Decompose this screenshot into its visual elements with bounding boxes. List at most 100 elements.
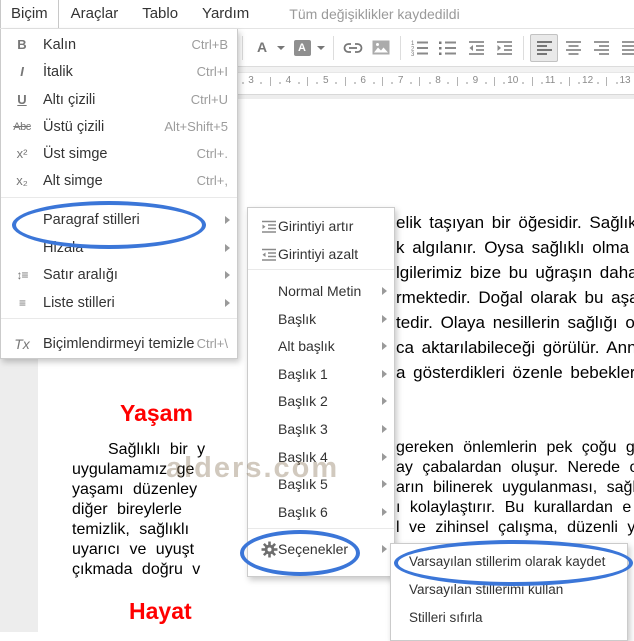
menu-item-alt-baslik[interactable]: Alt başlık [248,333,394,359]
submenu-arrow-icon [382,508,387,516]
menubar: Biçim Araçlar Tablo Yardım Tüm değişikli… [0,0,634,29]
menu-item-bicimlendirmeyi-temizle[interactable]: Tx Biçimlendirmeyi temizle Ctrl+\ [1,331,237,357]
menu-item-liste-stilleri[interactable]: ≡ Liste stilleri [1,290,237,316]
align-center-icon [565,40,582,56]
submenu-arrow-icon [382,425,387,433]
submenu-arrow-icon [382,315,387,323]
doc-text-line: a gösterdikleri özenle bebeklerine s [396,363,634,383]
submenu-arrow-icon [382,342,387,350]
doc-text-line: temizlik, sağlıklı [72,521,189,539]
menu-item-satir-araligi[interactable]: ↕≡ Satır aralığı [1,262,237,288]
indent-increase-button[interactable] [491,35,517,61]
doc-text-line: diğer bireylerle [72,501,182,519]
image-icon [372,40,390,55]
menu-item-girintiyi-artir[interactable]: Girintiyi artır [248,213,394,239]
highlight-color-button[interactable]: A [289,35,315,61]
submenu-arrow-icon [382,370,387,378]
toolbar-divider [242,36,243,60]
text-color-button[interactable]: A [249,35,275,61]
indent-increase-icon [496,40,513,56]
submenu-arrow-icon [225,299,230,307]
svg-text:3: 3 [411,52,415,56]
list-styles-icon: ≡ [9,290,35,316]
doc-heading-yasam: Yaşam [120,400,193,427]
superscript-icon: x² [9,141,35,167]
doc-text-line: elik taşıyan bir öğesidir. Sağlık gene [396,213,634,233]
text-color-caret-icon[interactable] [277,46,285,50]
line-spacing-icon: ↕≡ [9,262,35,288]
toolbar-divider [523,36,524,60]
doc-text-line: gereken önlemlerin pek çoğu gün [396,439,634,457]
align-right-button[interactable] [588,35,614,61]
menu-item-stilleri-sifirla[interactable]: Stilleri sıfırla [391,604,627,632]
doc-text-line: arın bilinerek uygulanması, sağlığı [396,479,634,497]
menu-item-alt-simge[interactable]: x₂ Alt simge Ctrl+, [1,168,237,194]
align-center-button[interactable] [560,35,586,61]
menubar-item-yardim[interactable]: Yardım [190,0,261,28]
menu-separator [1,318,237,319]
align-justify-button[interactable] [616,35,634,61]
strikethrough-icon: Abc [9,114,35,140]
menu-item-baslik-2[interactable]: Başlık 2 [248,388,394,414]
submenu-arrow-icon [382,453,387,461]
submenu-arrow-icon [382,545,387,553]
doc-text-line: l ve zihinsel çalışma, düzenli yaşa [396,519,634,537]
menu-separator [1,197,237,198]
menu-item-kalin[interactable]: B Kalın Ctrl+B [1,32,237,58]
menubar-item-tablo[interactable]: Tablo [130,0,190,28]
align-right-icon [593,40,610,56]
italic-icon: I [9,59,35,85]
underline-icon: U [9,87,35,113]
menu-item-normal-metin[interactable]: Normal Metin [248,278,394,304]
numbered-list-button[interactable]: 123 [407,35,433,61]
paragraph-styles-submenu: Girintiyi artır Girintiyi azalt Normal M… [247,207,395,577]
toolbar-divider [333,36,334,60]
menu-item-baslik-3[interactable]: Başlık 3 [248,416,394,442]
indent-decrease-icon [468,40,485,56]
clear-formatting-icon: Tx [9,331,35,357]
align-left-icon [536,40,553,56]
menubar-item-araclar[interactable]: Araçlar [59,0,131,28]
submenu-arrow-icon [382,397,387,405]
menubar-item-bicim[interactable]: Biçim [0,0,59,28]
submenu-arrow-icon [225,271,230,279]
submenu-arrow-icon [382,480,387,488]
doc-text-line: ay çabalardan oluşur. Nerede olu [396,459,634,477]
format-menu: B Kalın Ctrl+B I İtalik Ctrl+I U Altı çi… [0,29,238,359]
bulleted-list-button[interactable] [435,35,461,61]
indent-decrease-button[interactable] [463,35,489,61]
doc-text-line: ı kolaylaştırır. Bu kurallardan e [396,499,631,517]
align-justify-icon [621,40,634,56]
doc-text-line: rmektedir. Doğal olarak bu aşamac [396,288,634,308]
align-left-button[interactable] [530,34,558,62]
annotation-ellipse-secenekler [240,530,360,576]
highlight-color-caret-icon[interactable] [317,46,325,50]
submenu-arrow-icon [382,287,387,295]
numbered-list-icon: 123 [411,40,429,56]
menu-item-italik[interactable]: I İtalik Ctrl+I [1,59,237,85]
submenu-arrow-icon [225,244,230,252]
menu-item-ust-simge[interactable]: x² Üst simge Ctrl+. [1,141,237,167]
toolbar-divider [400,36,401,60]
menu-separator [248,269,394,270]
doc-text-line: lgilerimiz bize bu uğraşın daha doğ [396,263,634,283]
menu-item-baslik-6[interactable]: Başlık 6 [248,499,394,525]
menu-item-baslik[interactable]: Başlık [248,306,394,332]
annotation-ellipse-paragraf-stilleri [12,201,206,249]
menu-item-girintiyi-azalt[interactable]: Girintiyi azalt [248,241,394,267]
menu-separator [248,528,394,529]
doc-text-line: uyarıcı ve uyuşt [72,541,194,559]
link-icon [342,41,364,55]
menu-item-ustu-cizili[interactable]: Abc Üstü çizili Alt+Shift+5 [1,114,237,140]
doc-text-line: tedir. Olaya nesillerin sağlığı olarak [396,313,634,333]
site-watermark: alders.com [166,452,339,485]
menu-item-baslik-1[interactable]: Başlık 1 [248,361,394,387]
insert-link-button[interactable] [340,35,366,61]
submenu-arrow-icon [225,216,230,224]
menu-item-alti-cizili[interactable]: U Altı çizili Ctrl+U [1,87,237,113]
annotation-ellipse-varsayilan-kaydet [394,540,633,586]
insert-image-button[interactable] [368,35,394,61]
text-color-icon: A [257,42,267,53]
subscript-icon: x₂ [9,168,35,194]
doc-text-line: çıkmada doğru v [72,561,200,579]
